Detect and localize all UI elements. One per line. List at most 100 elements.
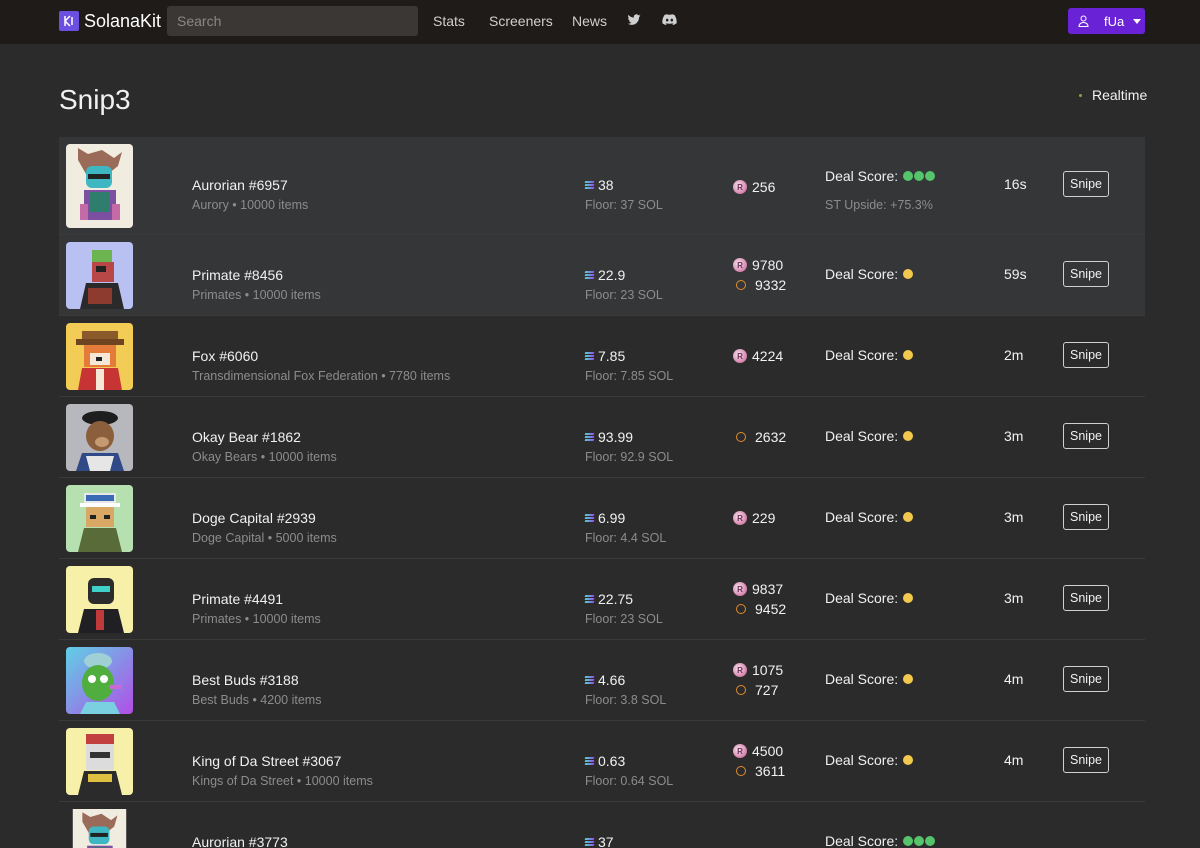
deal-score: Deal Score: — [825, 671, 914, 687]
nft-thumbnail[interactable] — [66, 323, 133, 390]
listing-row: Okay Bear #1862 Okay Bears • 10000 items… — [59, 397, 1145, 478]
solana-icon — [584, 676, 595, 684]
nft-name[interactable]: Aurorian #6957 — [192, 177, 288, 193]
rarity-rank: R 4500 — [733, 743, 783, 759]
nft-thumbnail[interactable] — [66, 242, 133, 309]
deal-score-label: Deal Score: — [825, 671, 899, 687]
rank-value: 2632 — [755, 429, 787, 445]
solana-icon — [584, 595, 595, 603]
rarity-rank: R 9780 — [733, 257, 783, 273]
snipe-button[interactable]: Snipe — [1063, 585, 1109, 611]
listing-age: 2m — [1004, 347, 1024, 363]
deal-score-label: Deal Score: — [825, 428, 899, 444]
nav-link-screeners[interactable]: Screeners — [489, 13, 553, 29]
deal-score-dot — [914, 836, 925, 846]
snipe-button[interactable]: Snipe — [1063, 747, 1109, 773]
floor-price: Floor: 3.8 SOL — [585, 693, 667, 707]
rarity-r-icon: R — [733, 663, 747, 677]
collection-info: Primates • 10000 items — [192, 288, 321, 302]
snipe-button[interactable]: Snipe — [1063, 666, 1109, 692]
rarity-rank: R 4224 — [733, 348, 783, 364]
nft-thumbnail[interactable] — [66, 809, 133, 848]
realtime-label: Realtime — [1092, 87, 1148, 103]
nft-name[interactable]: Aurorian #3773 — [192, 834, 288, 848]
listing-row: Primate #8456 Primates • 10000 items 22.… — [59, 235, 1145, 316]
brand-link[interactable]: SolanaKit — [59, 10, 161, 32]
nft-name[interactable]: Primate #4491 — [192, 591, 283, 607]
snipe-button[interactable]: Snipe — [1063, 504, 1109, 530]
rarity-o-icon — [736, 685, 746, 695]
price-value: 93.99 — [598, 429, 634, 445]
realtime-toggle[interactable]: Realtime — [1079, 87, 1147, 103]
snipe-button[interactable]: Snipe — [1063, 423, 1109, 449]
rarity-o-icon — [736, 766, 746, 776]
nft-name[interactable]: Doge Capital #2939 — [192, 510, 316, 526]
nft-name[interactable]: King of Da Street #3067 — [192, 753, 341, 769]
solana-icon — [584, 757, 595, 765]
rank-value: 727 — [755, 682, 779, 698]
rarity-rank: 727 — [733, 682, 778, 698]
listing-price: 93.99 — [584, 429, 634, 445]
nft-name[interactable]: Best Buds #3188 — [192, 672, 299, 688]
listing-age: 4m — [1004, 752, 1024, 768]
deal-score-label: Deal Score: — [825, 752, 899, 768]
snipe-button[interactable]: Snipe — [1063, 342, 1109, 368]
username: fUa — [1104, 14, 1125, 29]
floor-price: Floor: 7.85 SOL — [585, 369, 674, 383]
nft-thumbnail[interactable] — [66, 404, 133, 471]
price-value: 37 — [598, 834, 614, 848]
search-input[interactable] — [167, 6, 418, 36]
listing-row: Primate #4491 Primates • 10000 items 22.… — [59, 559, 1145, 640]
rarity-rank: 9332 — [733, 277, 786, 293]
floor-price: Floor: 37 SOL — [585, 198, 663, 212]
rarity-o-icon — [736, 604, 746, 614]
collection-info: Kings of Da Street • 10000 items — [192, 774, 373, 788]
nft-name[interactable]: Okay Bear #1862 — [192, 429, 301, 445]
deal-score-dot — [925, 836, 936, 846]
rarity-r-icon: R — [733, 180, 747, 194]
nft-thumbnail[interactable] — [66, 728, 133, 795]
rarity-r-icon: R — [733, 744, 747, 758]
brand-name: SolanaKit — [84, 10, 162, 31]
deal-score: Deal Score: — [825, 168, 936, 184]
price-value: 7.85 — [598, 348, 626, 364]
listing-row: Fox #6060 Transdimensional Fox Federatio… — [59, 316, 1145, 397]
nft-thumbnail[interactable] — [66, 566, 133, 633]
listing-age: 16s — [1004, 176, 1027, 192]
deal-score-dot — [903, 755, 914, 765]
deal-score-dot — [925, 171, 936, 181]
page-title: Snip3 — [59, 84, 131, 115]
rank-value: 4224 — [752, 348, 784, 364]
collection-info: Doge Capital • 5000 items — [192, 531, 337, 545]
deal-score-dot — [914, 171, 925, 181]
deal-score-dot — [903, 350, 914, 360]
solana-icon — [584, 838, 595, 846]
rank-value: 9452 — [755, 601, 787, 617]
twitter-icon[interactable] — [627, 13, 641, 27]
listing-age: 3m — [1004, 590, 1024, 606]
rarity-rank: R 229 — [733, 510, 775, 526]
nft-thumbnail[interactable] — [66, 144, 133, 228]
nav-link-news[interactable]: News — [572, 13, 607, 29]
floor-price: Floor: 23 SOL — [585, 288, 663, 302]
listing-row: Doge Capital #2939 Doge Capital • 5000 i… — [59, 478, 1145, 559]
user-menu-button[interactable]: fUa — [1068, 8, 1145, 34]
snipe-button[interactable]: Snipe — [1063, 261, 1109, 287]
solana-icon — [584, 352, 595, 360]
rarity-rank: 2632 — [733, 429, 786, 445]
nft-name[interactable]: Primate #8456 — [192, 267, 283, 283]
discord-icon[interactable] — [662, 13, 677, 27]
nft-thumbnail[interactable] — [66, 647, 133, 714]
deal-score-dot — [903, 431, 914, 441]
deal-score-dot — [903, 512, 914, 522]
deal-score: Deal Score: — [825, 590, 914, 606]
nav-link-stats[interactable]: Stats — [433, 13, 465, 29]
listing-price: 22.9 — [584, 267, 625, 283]
nft-thumbnail[interactable] — [66, 485, 133, 552]
collection-info: Transdimensional Fox Federation • 7780 i… — [192, 369, 451, 383]
deal-score: Deal Score: — [825, 752, 914, 768]
deal-score-dot — [903, 171, 914, 181]
nft-name[interactable]: Fox #6060 — [192, 348, 258, 364]
snipe-button[interactable]: Snipe — [1063, 171, 1109, 197]
rarity-r-icon: R — [733, 349, 747, 363]
